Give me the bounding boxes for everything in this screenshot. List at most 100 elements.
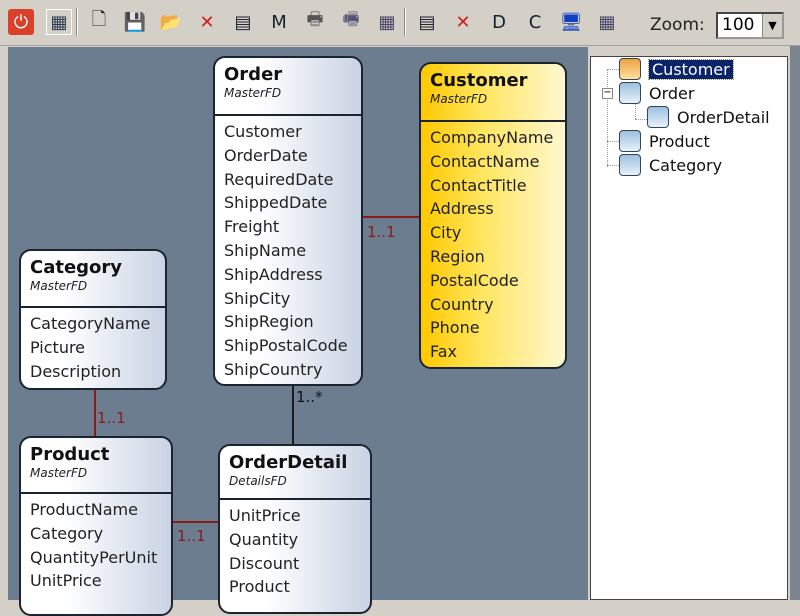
save-icon: 💾: [123, 11, 147, 33]
relation-line[interactable]: [363, 216, 419, 218]
save-button[interactable]: 💾: [122, 9, 148, 35]
entity-stereotype: DetailsFD: [229, 474, 287, 488]
tree-item-product[interactable]: Product: [619, 130, 710, 152]
field-row[interactable]: Fax: [430, 340, 565, 364]
field-row[interactable]: ShipAddress: [224, 263, 361, 287]
relation-line[interactable]: [94, 390, 96, 436]
fields-button[interactable]: ▦: [594, 9, 620, 35]
diagram-canvas[interactable]: Order MasterFD Customer OrderDate RequiredDa…: [8, 47, 588, 616]
entity-name: Order: [224, 64, 283, 85]
relation-line[interactable]: [173, 521, 218, 523]
field-row[interactable]: Freight: [224, 215, 361, 239]
stop-button[interactable]: ⏻: [8, 9, 34, 35]
collapse-toggle[interactable]: −: [602, 88, 613, 99]
table-icon: [619, 58, 641, 80]
diagram-view-button[interactable]: ▦: [46, 9, 72, 35]
entity-name: Category: [30, 257, 123, 278]
relation-line[interactable]: [292, 386, 294, 444]
zoom-select[interactable]: 100 ▼: [716, 12, 784, 39]
field-row[interactable]: ShippedDate: [224, 191, 361, 215]
fields-button[interactable]: ▦: [374, 9, 400, 35]
tree-item-orderdetail[interactable]: OrderDetail: [647, 106, 770, 128]
table-icon: [619, 130, 641, 152]
entity-orderdetail[interactable]: OrderDetail DetailsFD UnitPrice Quantity Dis…: [218, 444, 372, 614]
field-row[interactable]: RequiredDate: [224, 168, 361, 192]
entity-stereotype: MasterFD: [30, 466, 88, 480]
field-row[interactable]: ContactTitle: [430, 174, 565, 198]
field-row[interactable]: City: [430, 221, 565, 245]
field-row[interactable]: UnitPrice: [30, 569, 171, 593]
field-row[interactable]: Product: [229, 575, 370, 599]
entity-stereotype: MasterFD: [430, 92, 488, 106]
field-row[interactable]: ShipCity: [224, 287, 361, 311]
delete-button[interactable]: ✕: [194, 9, 220, 35]
tree-item-label: Customer: [648, 58, 734, 80]
entity-name: Customer: [430, 70, 528, 91]
entity-stereotype: MasterFD: [30, 279, 88, 293]
field-row[interactable]: Customer: [224, 120, 361, 144]
tree-item-order[interactable]: Order: [619, 82, 694, 104]
field-row[interactable]: CompanyName: [430, 126, 565, 150]
field-row[interactable]: Category: [30, 522, 171, 546]
add-detail-icon: D: [492, 11, 506, 33]
entity-stereotype: MasterFD: [224, 86, 282, 100]
field-row[interactable]: Discount: [229, 552, 370, 576]
entity-category[interactable]: Category MasterFD CategoryName Picture Descr…: [19, 249, 167, 390]
entity-order[interactable]: Order MasterFD Customer OrderDate RequiredDa…: [213, 56, 363, 386]
diagram-view-icon: ▦: [50, 11, 68, 33]
field-row[interactable]: Address: [430, 197, 565, 221]
field-row[interactable]: QuantityPerUnit: [30, 546, 171, 570]
new-file-button[interactable]: 🗋: [86, 9, 112, 35]
field-row[interactable]: Country: [430, 293, 565, 317]
print-button[interactable]: 🖶: [302, 9, 328, 35]
toolbar-separator: [404, 8, 406, 36]
field-row[interactable]: ContactName: [430, 150, 565, 174]
entity-header: Order MasterFD: [215, 58, 361, 116]
entity-header: Product MasterFD: [21, 438, 171, 494]
toolbar: ⏻ ▦ 🗋 💾 📂 ✕ ▤ M 🖶 🖷 ▦ ▤ ✕ D C 🖥 ▦ Zoom: 100 ▼: [0, 0, 800, 46]
entity-product[interactable]: Product MasterFD ProductName Category Quanti…: [19, 436, 173, 616]
field-row[interactable]: OrderDate: [224, 144, 361, 168]
print-preview-icon: 🖷: [342, 9, 360, 30]
field-row[interactable]: ShipPostalCode: [224, 334, 361, 358]
chevron-down-icon[interactable]: ▼: [762, 14, 782, 37]
field-row[interactable]: ShipName: [224, 239, 361, 263]
zoom-value: 100: [722, 15, 755, 35]
preview-button[interactable]: 🖥: [558, 9, 584, 35]
field-row[interactable]: Description: [30, 360, 165, 384]
delete-button[interactable]: ✕: [450, 9, 476, 35]
new-file-icon: 🗋: [91, 9, 107, 30]
field-row[interactable]: Quantity: [229, 528, 370, 552]
entity-header: Category MasterFD: [21, 251, 165, 308]
entity-header: OrderDetail DetailsFD: [220, 446, 370, 500]
field-row[interactable]: UnitPrice: [229, 504, 370, 528]
scrollbar[interactable]: [790, 46, 800, 600]
properties-button[interactable]: ▤: [414, 9, 440, 35]
add-master-button[interactable]: M: [266, 9, 292, 35]
add-detail-button[interactable]: D: [486, 9, 512, 35]
delete-icon-2: ✕: [455, 11, 471, 33]
tree-item-label: Product: [649, 131, 710, 151]
print-preview-button[interactable]: 🖷: [338, 9, 364, 35]
fields-icon: ▦: [378, 11, 396, 33]
field-row[interactable]: Region: [430, 245, 565, 269]
add-child-button[interactable]: C: [522, 9, 548, 35]
entity-customer[interactable]: Customer MasterFD CompanyName ContactName Co…: [419, 62, 567, 369]
tree-item-customer[interactable]: Customer: [619, 58, 734, 80]
add-child-icon: C: [528, 11, 542, 33]
open-folder-button[interactable]: 📂: [158, 9, 184, 35]
table-icon: [619, 82, 641, 104]
properties-button[interactable]: ▤: [230, 9, 256, 35]
entity-tree[interactable]: − Customer Order OrderDetail Product Category: [590, 56, 788, 600]
field-row[interactable]: ProductName: [30, 498, 171, 522]
relation-cardinality: 1..*: [296, 388, 323, 406]
tree-item-category[interactable]: Category: [619, 154, 722, 176]
field-row[interactable]: ShipCountry: [224, 358, 361, 382]
field-row[interactable]: Phone: [430, 316, 565, 340]
add-master-icon: M: [271, 11, 287, 33]
field-row[interactable]: Picture: [30, 336, 165, 360]
field-row[interactable]: CategoryName: [30, 312, 165, 336]
field-row[interactable]: ShipRegion: [224, 310, 361, 334]
field-row[interactable]: PostalCode: [430, 269, 565, 293]
tree-item-label: Order: [649, 83, 695, 103]
